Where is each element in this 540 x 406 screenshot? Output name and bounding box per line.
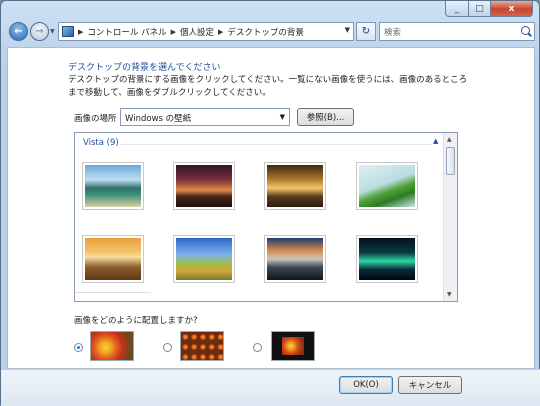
maximize-button[interactable]: □ bbox=[469, 1, 491, 17]
control-panel-window: _ □ x ← → ▼ ▶ コントロール パネル ▶ 個人設定 ▶ デスクトップ… bbox=[0, 0, 540, 406]
position-tile-preview[interactable] bbox=[180, 331, 224, 361]
wallpaper-image bbox=[359, 238, 415, 280]
wallpaper-thumbnail[interactable] bbox=[264, 162, 326, 210]
scrollbar-thumb[interactable] bbox=[446, 147, 455, 175]
recent-pages-dropdown-icon[interactable]: ▼ bbox=[50, 28, 55, 35]
wallpaper-image bbox=[176, 238, 232, 280]
back-arrow-icon: ← bbox=[14, 26, 23, 37]
wallpaper-thumbnail[interactable] bbox=[173, 235, 235, 283]
wallpaper-image bbox=[267, 238, 323, 280]
wallpaper-thumbnail[interactable] bbox=[264, 235, 326, 283]
position-tile-radio[interactable] bbox=[163, 343, 172, 352]
wallpaper-image bbox=[176, 165, 232, 207]
position-center-preview[interactable] bbox=[271, 331, 315, 361]
chevron-down-icon[interactable]: ▼ bbox=[280, 113, 285, 121]
forward-arrow-icon: → bbox=[35, 26, 44, 37]
ok-button[interactable]: OK(O) bbox=[339, 376, 393, 394]
page-description: デスクトップの背景にする画像をクリックしてください。一覧にない画像を使うには、画… bbox=[68, 75, 468, 98]
browse-button[interactable]: 参照(B)... bbox=[297, 108, 354, 126]
wallpaper-image bbox=[85, 238, 141, 280]
search-placeholder: 検索 bbox=[384, 27, 402, 38]
position-fill-radio[interactable] bbox=[74, 343, 83, 352]
wallpaper-gallery: Vista (9) ▲ ▲ ▼ bbox=[74, 132, 458, 302]
picture-location-select[interactable]: Windows の壁紙 ▼ bbox=[120, 108, 290, 126]
gallery-scrollbar[interactable]: ▲ ▼ bbox=[443, 133, 457, 301]
breadcrumb-separator-icon[interactable]: ▶ bbox=[78, 28, 83, 36]
wallpaper-thumbnail[interactable] bbox=[82, 235, 144, 283]
breadcrumb-personalization[interactable]: 個人設定 bbox=[180, 26, 214, 38]
scroll-up-icon[interactable]: ▲ bbox=[447, 136, 452, 143]
search-icon[interactable] bbox=[521, 26, 530, 35]
search-input[interactable]: 検索 bbox=[379, 22, 535, 41]
center-image bbox=[282, 337, 304, 355]
wallpaper-image bbox=[267, 165, 323, 207]
breadcrumb: ▶ コントロール パネル ▶ 個人設定 ▶ デスクトップの背景 bbox=[62, 26, 304, 38]
cancel-button[interactable]: キャンセル bbox=[398, 376, 462, 394]
breadcrumb-control-panel[interactable]: コントロール パネル bbox=[87, 26, 166, 38]
wallpaper-image bbox=[359, 165, 415, 207]
breadcrumb-separator-icon[interactable]: ▶ bbox=[218, 28, 223, 36]
refresh-button[interactable]: ↻ bbox=[356, 22, 376, 41]
scroll-down-icon[interactable]: ▼ bbox=[447, 291, 452, 298]
wallpaper-thumbnail[interactable] bbox=[356, 235, 418, 283]
navigation-bar: ← → ▼ ▶ コントロール パネル ▶ 個人設定 ▶ デスクトップの背景 ▼ … bbox=[7, 20, 535, 44]
group-divider bbox=[121, 144, 431, 145]
breadcrumb-desktop-background[interactable]: デスクトップの背景 bbox=[227, 26, 304, 38]
next-row-partial bbox=[75, 292, 151, 301]
breadcrumb-separator-icon[interactable]: ▶ bbox=[171, 28, 176, 36]
picture-position-label: 画像をどのように配置しますか? bbox=[74, 316, 198, 326]
close-button[interactable]: x bbox=[491, 1, 533, 17]
wallpaper-image bbox=[85, 165, 141, 207]
minimize-button[interactable]: _ bbox=[445, 1, 469, 17]
position-center-radio[interactable] bbox=[253, 343, 262, 352]
wallpaper-thumbnail[interactable] bbox=[173, 162, 235, 210]
control-panel-icon bbox=[62, 26, 74, 37]
picture-location-label: 画像の場所 bbox=[74, 114, 117, 124]
back-button[interactable]: ← bbox=[9, 22, 28, 41]
address-dropdown-icon[interactable]: ▼ bbox=[345, 26, 350, 34]
caption-buttons: _ □ x bbox=[445, 1, 533, 17]
refresh-icon: ↻ bbox=[361, 26, 371, 37]
picture-location-value: Windows の壁紙 bbox=[125, 114, 192, 124]
wallpaper-thumbnail[interactable] bbox=[356, 162, 418, 210]
wallpaper-thumbnail[interactable] bbox=[82, 162, 144, 210]
forward-button[interactable]: → bbox=[30, 22, 49, 41]
page-title: デスクトップの背景を選んでください bbox=[68, 63, 221, 73]
group-header: Vista (9) bbox=[83, 138, 119, 148]
position-fill-preview[interactable] bbox=[90, 331, 134, 361]
address-bar[interactable]: ▶ コントロール パネル ▶ 個人設定 ▶ デスクトップの背景 ▼ bbox=[58, 22, 354, 41]
collapse-group-icon[interactable]: ▲ bbox=[433, 137, 438, 145]
